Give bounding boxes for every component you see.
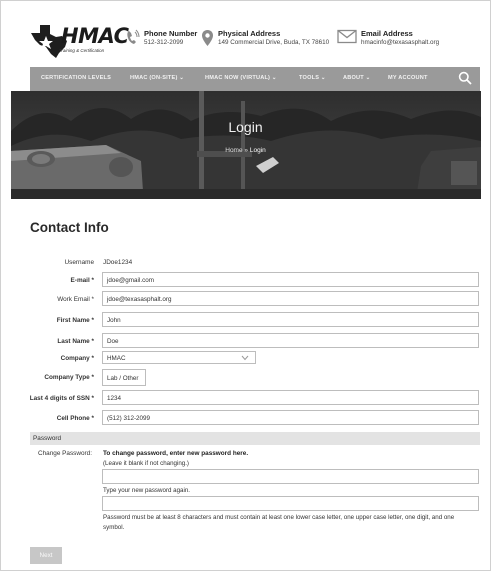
email-value[interactable]: hmacinfo@texasasphalt.org — [361, 38, 439, 47]
address-contact: Physical Address 149 Commercial Drive, B… — [201, 29, 329, 47]
breadcrumb-home[interactable]: Home — [225, 147, 242, 154]
password-section-header: Password — [30, 432, 480, 445]
envelope-icon — [337, 29, 357, 44]
breadcrumb-current: Login — [249, 147, 266, 154]
change-password-hint: (Leave it blank if not changing.) — [103, 460, 189, 467]
breadcrumb: Home » Login — [1, 147, 490, 154]
search-icon[interactable] — [458, 71, 472, 85]
password-requirements: Password must be at least 8 characters a… — [103, 514, 455, 531]
breadcrumb-separator: » — [244, 147, 249, 154]
site-header: HMAC Training & Certification Phone Numb… — [1, 1, 490, 73]
hero-background-image — [11, 91, 481, 199]
phone-contact: Phone Number 512-312-2099 — [125, 29, 197, 47]
nav-item-certification-levels[interactable]: CERTIFICATION LEVELS — [41, 75, 111, 81]
phone-label: Phone Number — [144, 29, 198, 38]
nav-item-about[interactable]: ABOUT ⌄ — [343, 75, 371, 81]
company-type-label: Company Type * — [44, 374, 94, 381]
change-password-instruction: To change password, enter new password h… — [103, 450, 249, 457]
new-password-field[interactable] — [102, 469, 479, 484]
work-email-field[interactable]: jdoe@texasasphalt.org — [102, 291, 479, 306]
ssn-field[interactable]: 1234 — [102, 390, 479, 405]
next-button[interactable]: Next — [30, 547, 62, 564]
email-field[interactable]: jdoe@gmail.com — [102, 272, 479, 287]
chevron-down-icon — [241, 355, 249, 361]
page-title: Login — [228, 119, 263, 135]
map-pin-icon — [202, 30, 213, 46]
company-label: Company * — [60, 355, 94, 362]
hero-banner — [11, 91, 481, 199]
company-select[interactable]: HMAC — [102, 351, 256, 364]
phone-value[interactable]: 512-312-2099 — [144, 38, 197, 47]
confirm-password-label: Type your new password again. — [103, 487, 191, 494]
phone-icon — [127, 29, 140, 44]
nav-item-hmac-onsite[interactable]: HMAC (ON-SITE) ⌄ — [130, 75, 184, 81]
address-value: 149 Commercial Drive, Buda, TX 78610 — [218, 39, 330, 46]
first-name-field[interactable]: John — [102, 312, 479, 327]
email-field-label: E-mail * — [70, 277, 94, 284]
brand-tagline: Training & Certification — [59, 48, 105, 53]
cell-phone-label: Cell Phone * — [56, 415, 94, 422]
last-name-label: Last Name * — [57, 338, 94, 345]
nav-item-hmac-now-virtual[interactable]: HMAC NOW (VIRTUAL) ⌄ — [205, 75, 277, 81]
company-selected-value: HMAC — [107, 355, 126, 362]
last-name-field[interactable]: Doe — [102, 333, 479, 348]
first-name-label: First Name * — [56, 317, 94, 324]
nav-item-my-account[interactable]: MY ACCOUNT — [388, 75, 428, 81]
cell-phone-field[interactable]: (512) 312-2099 — [102, 410, 479, 425]
nav-item-tools[interactable]: TOOLS ⌄ — [299, 75, 326, 81]
email-contact: Email Address hmacinfo@texasasphalt.org — [337, 29, 439, 47]
main-nav: CERTIFICATION LEVELS HMAC (ON-SITE) ⌄ HM… — [30, 67, 480, 91]
page-frame: HMAC Training & Certification Phone Numb… — [0, 0, 491, 571]
company-type-field[interactable]: Lab / Other — [102, 369, 146, 386]
email-label: Email Address — [361, 29, 413, 38]
change-password-label: Change Password: — [38, 450, 92, 457]
ssn-label: Last 4 digits of SSN * — [29, 395, 94, 402]
confirm-password-field[interactable] — [102, 496, 479, 511]
work-email-label: Work Email * — [57, 296, 94, 303]
password-section-label: Password — [33, 435, 62, 442]
address-label: Physical Address — [218, 29, 281, 38]
username-label: Username — [64, 259, 94, 266]
username-value: JDoe1234 — [103, 259, 133, 266]
contact-info-heading: Contact Info — [30, 220, 109, 235]
brand-name: HMAC — [61, 24, 129, 48]
